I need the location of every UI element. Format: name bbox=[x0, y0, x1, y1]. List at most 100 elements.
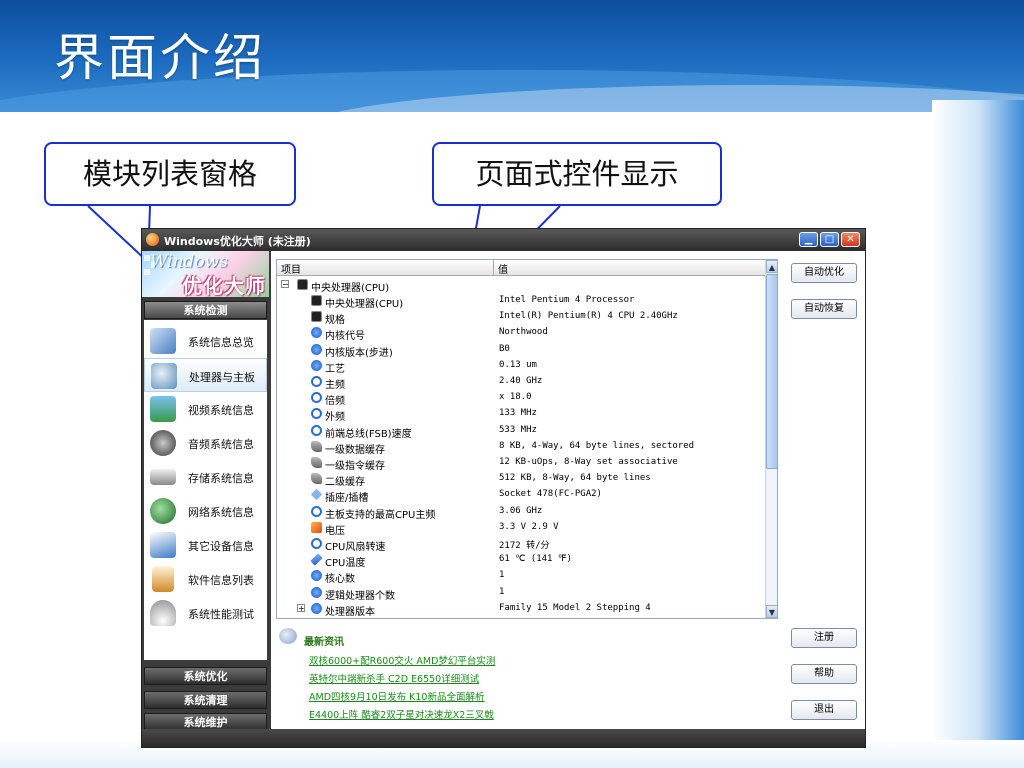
column-header-value[interactable]: 值 bbox=[498, 261, 508, 276]
news-link[interactable]: 英特尔中端新杀手 C2D E6550详细测试 bbox=[309, 671, 479, 685]
tree-row[interactable]: + 处理器版本 Family 15 Model 2 Stepping 4 bbox=[277, 601, 765, 618]
gauge-icon bbox=[150, 600, 176, 626]
news-panel: 最新资讯 双核6000+配R600交火 AMD梦幻平台实测 英特尔中端新杀手 C… bbox=[276, 625, 776, 725]
tree-row[interactable]: 一级数据缓存 8 KB, 4-Way, 64 byte lines, sector… bbox=[277, 439, 765, 456]
tree-root-label: 中央处理器(CPU) bbox=[311, 283, 390, 294]
tree-row-value: B0 bbox=[499, 343, 510, 354]
tree-row-value: 533 MHz bbox=[499, 424, 537, 435]
module-label: 处理器与主板 bbox=[189, 371, 255, 384]
register-button[interactable]: 注册 bbox=[791, 628, 857, 648]
news-link[interactable]: AMD四核9月10日发布 K10新品全面解析 bbox=[309, 689, 484, 703]
scroll-down-button[interactable]: ▼ bbox=[766, 605, 777, 618]
chip-icon bbox=[311, 295, 322, 306]
section-system-optimize[interactable]: 系统优化 bbox=[144, 667, 267, 685]
tree-row-name: 工艺 bbox=[325, 363, 345, 375]
tree-row-value: 1 bbox=[499, 570, 505, 581]
tree-row-name: 插座/插槽 bbox=[325, 493, 369, 505]
tree-row[interactable]: 内核版本(步进) B0 bbox=[277, 342, 765, 359]
tree-row[interactable]: 主板支持的最高CPU主频 3.06 GHz bbox=[277, 504, 765, 521]
module-label: 软件信息列表 bbox=[188, 574, 254, 587]
help-button[interactable]: 帮助 bbox=[791, 664, 857, 684]
module-item-audio[interactable]: 音频系统信息 bbox=[144, 426, 267, 460]
tree-row[interactable]: 二级缓存 512 KB, 8-Way, 64 byte lines bbox=[277, 471, 765, 488]
column-separator[interactable] bbox=[493, 260, 494, 275]
app-logo: Windows 优化大师 bbox=[142, 251, 269, 297]
section-system-detect[interactable]: 系统检测 bbox=[144, 301, 267, 319]
tree-row[interactable]: 前端总线(FSB)速度 533 MHz bbox=[277, 423, 765, 440]
module-item-software-list[interactable]: 软件信息列表 bbox=[144, 562, 267, 596]
module-item-storage[interactable]: 存储系统信息 bbox=[144, 460, 267, 494]
tree-row-value: 3.3 V 2.9 V bbox=[499, 521, 559, 532]
section-system-clean[interactable]: 系统清理 bbox=[144, 691, 267, 709]
tree-row-name: 逻辑处理器个数 bbox=[325, 590, 395, 602]
power-icon bbox=[311, 521, 322, 533]
disk-icon bbox=[150, 469, 176, 485]
callout-page-controls: 页面式控件显示 bbox=[432, 142, 722, 206]
close-icon: ✕ bbox=[846, 234, 855, 245]
tree-row[interactable]: CPU温度 61 ℃ (141 ℉) bbox=[277, 552, 765, 569]
document-icon bbox=[152, 566, 174, 592]
logo-mark: 优化大师 bbox=[182, 274, 266, 297]
tree-row[interactable]: 规格 Intel(R) Pentium(R) 4 CPU 2.40GHz bbox=[277, 309, 765, 326]
module-label: 系统信息总览 bbox=[188, 336, 254, 349]
auto-restore-button[interactable]: 自动恢复 bbox=[791, 299, 857, 319]
tree-row-name: CPU风扇转速 bbox=[325, 542, 386, 553]
tree-row-value: 133 MHz bbox=[499, 408, 537, 419]
cache-icon bbox=[311, 457, 322, 468]
auto-optimize-button[interactable]: 自动优化 bbox=[791, 263, 857, 283]
tree-row-name: 主频 bbox=[325, 380, 345, 391]
module-item-video[interactable]: 视频系统信息 bbox=[144, 392, 267, 426]
callout-module-list-pane: 模块列表窗格 bbox=[44, 142, 296, 206]
title-bar[interactable]: Windows优化大师 (未注册) ▁ □ ✕ bbox=[142, 229, 865, 251]
close-button[interactable]: ✕ bbox=[841, 232, 860, 247]
tree-row[interactable]: 外频 133 MHz bbox=[277, 406, 765, 423]
module-sidebar: Windows 优化大师 系统检测 系统信息总览 处理器与主板 视频系统信息 音… bbox=[142, 251, 269, 731]
module-item-performance-test[interactable]: 系统性能测试 bbox=[144, 596, 267, 630]
tree-row[interactable]: 主频 2.40 GHz bbox=[277, 374, 765, 391]
tree-row-name: 内核版本(步进) bbox=[325, 347, 393, 359]
module-item-other-devices[interactable]: 其它设备信息 bbox=[144, 528, 267, 562]
column-header-item[interactable]: 项目 bbox=[281, 261, 301, 276]
tree-row[interactable]: 一级指令缓存 12 KB-uOps, 8-Way set associative bbox=[277, 455, 765, 472]
cpu-info-tree[interactable]: 项目 值 − 中央处理器(CPU) 中央处理器(CPU) Intel Pentiu… bbox=[276, 259, 778, 619]
news-link[interactable]: E4400上阵 酷睿2双子星对决速龙X2三叉戟 bbox=[309, 707, 494, 721]
tree-root-row[interactable]: − 中央处理器(CPU) bbox=[277, 277, 765, 294]
tree-row[interactable]: 电压 3.3 V 2.9 V bbox=[277, 520, 765, 537]
tree-row-name: 主板支持的最高CPU主频 bbox=[325, 509, 436, 521]
tree-row-value: 61 ℃ (141 ℉) bbox=[499, 554, 572, 565]
tree-scrollbar[interactable]: ▲ ▼ bbox=[765, 260, 777, 618]
module-item-cpu-motherboard[interactable]: 处理器与主板 bbox=[144, 358, 267, 392]
tree-row[interactable]: 核心数 1 bbox=[277, 568, 765, 585]
tree-row[interactable]: 中央处理器(CPU) Intel Pentium 4 Processor bbox=[277, 293, 765, 310]
tree-row[interactable]: 倍频 x 18.0 bbox=[277, 390, 765, 408]
module-list: 系统信息总览 处理器与主板 视频系统信息 音频系统信息 存储系统信息 网络系统信… bbox=[144, 320, 267, 660]
cache-icon bbox=[311, 473, 322, 485]
tree-row-value: 0.13 um bbox=[499, 359, 537, 370]
scroll-up-button[interactable]: ▲ bbox=[766, 260, 777, 273]
search-icon bbox=[311, 408, 322, 420]
news-link[interactable]: 双核6000+配R600交火 AMD梦幻平台实测 bbox=[309, 653, 495, 667]
module-label: 存储系统信息 bbox=[188, 472, 254, 485]
search-icon bbox=[311, 376, 322, 387]
computer-icon bbox=[150, 328, 176, 354]
tree-row[interactable]: 插座/插槽 Socket 478(FC-PGA2) bbox=[277, 487, 765, 505]
tree-row[interactable]: 内核代号 Northwood bbox=[277, 325, 765, 342]
tree-row[interactable]: 逻辑处理器个数 1 bbox=[277, 585, 765, 602]
exit-button[interactable]: 退出 bbox=[791, 700, 857, 720]
module-item-network[interactable]: 网络系统信息 bbox=[144, 494, 267, 528]
module-item-system-overview[interactable]: 系统信息总览 bbox=[144, 324, 267, 358]
tree-row[interactable]: 工艺 0.13 um bbox=[277, 358, 765, 375]
tree-row-value: 12 KB-uOps, 8-Way set associative bbox=[499, 457, 678, 467]
tree-row-name: 前端总线(FSB)速度 bbox=[325, 428, 412, 440]
maximize-button[interactable]: □ bbox=[820, 232, 839, 247]
collapse-toggle[interactable]: − bbox=[281, 280, 289, 289]
tree-row-name: 一级数据缓存 bbox=[325, 444, 385, 456]
tree-row-name: 倍频 bbox=[325, 396, 345, 408]
minimize-button[interactable]: ▁ bbox=[799, 232, 818, 247]
info-icon bbox=[311, 570, 322, 582]
scroll-thumb[interactable] bbox=[766, 274, 777, 469]
module-label: 网络系统信息 bbox=[188, 506, 254, 519]
expand-toggle[interactable]: + bbox=[297, 603, 305, 612]
tree-row[interactable]: CPU风扇转速 2172 转/分 bbox=[277, 536, 765, 553]
tree-row-value: Intel Pentium 4 Processor bbox=[499, 295, 635, 305]
